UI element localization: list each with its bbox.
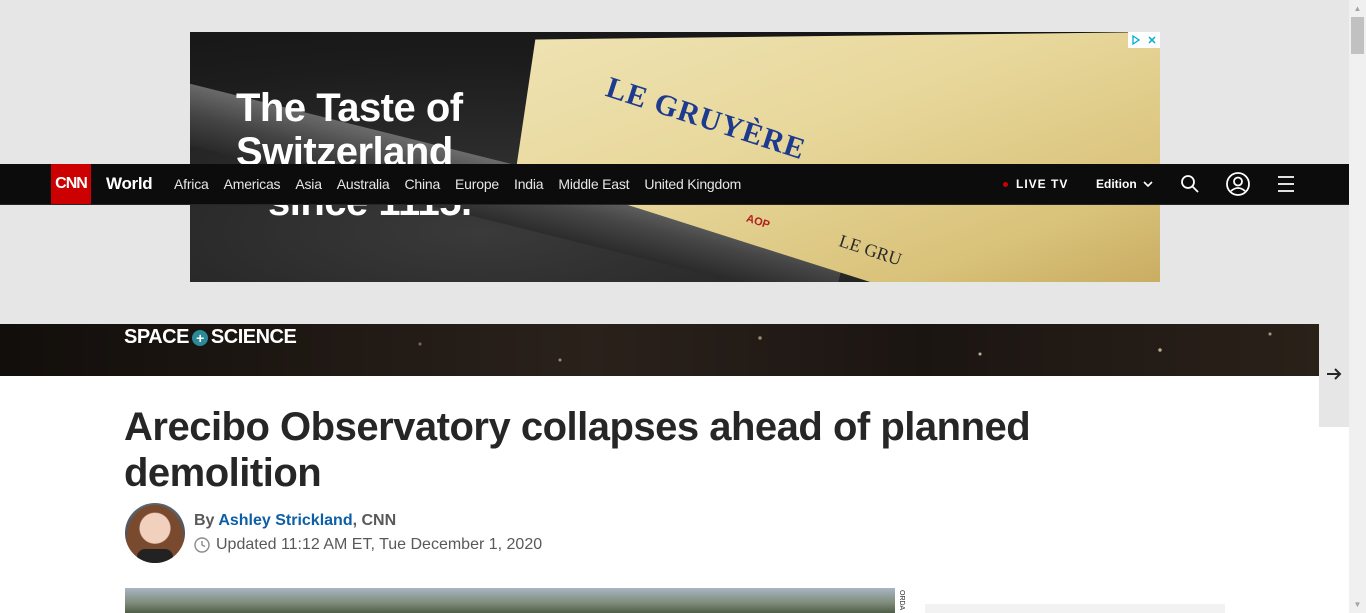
adchoices-icon[interactable] [1128, 32, 1144, 48]
edition-dropdown[interactable]: Edition [1096, 177, 1153, 191]
nav-link-china[interactable]: China [404, 176, 440, 192]
author-avatar[interactable] [125, 503, 185, 563]
hero-image[interactable]: ORDA [125, 588, 905, 613]
live-tv-link[interactable]: LIVE TV [1003, 177, 1068, 191]
search-icon[interactable] [1178, 172, 1202, 196]
sidebar-box [925, 604, 1225, 613]
nav-link-europe[interactable]: Europe [455, 176, 499, 192]
avatar-shirt [137, 549, 173, 563]
nav-link-americas[interactable]: Americas [224, 176, 281, 192]
scroll-down-icon[interactable]: ▼ [1349, 596, 1366, 613]
next-arrow-button[interactable] [1319, 324, 1349, 427]
live-tv-label: LIVE TV [1016, 177, 1069, 191]
nav-link-africa[interactable]: Africa [174, 176, 209, 192]
section-banner[interactable]: SPACE + SCIENCE [0, 324, 1319, 376]
top-nav-bar: CNN World Africa Americas Asia Australia… [0, 164, 1349, 205]
scroll-thumb[interactable] [1351, 17, 1364, 54]
menu-icon[interactable] [1274, 172, 1298, 196]
nav-link-india[interactable]: India [514, 176, 544, 192]
chevron-down-icon [1143, 177, 1153, 191]
nav-link-australia[interactable]: Australia [337, 176, 390, 192]
vertical-scrollbar[interactable]: ▲ ▼ [1349, 0, 1366, 613]
plus-icon: + [191, 329, 208, 346]
space-science-label: SPACE + SCIENCE [124, 326, 297, 349]
cnn-logo[interactable]: CNN [51, 164, 91, 204]
article-headline: Arecibo Observatory collapses ahead of p… [124, 405, 1031, 495]
arrow-right-icon [1326, 365, 1342, 386]
nav-link-middle-east[interactable]: Middle East [558, 176, 629, 192]
article-byline: By Ashley Strickland, CNN [194, 512, 396, 530]
ad-headline-line1: The Taste of [236, 86, 463, 130]
account-icon[interactable] [1226, 172, 1250, 196]
nav-links: Africa Americas Asia Australia China Eur… [174, 176, 756, 192]
article-updated: Updated 11:12 AM ET, Tue December 1, 202… [194, 536, 542, 554]
space-label-left: SPACE [124, 326, 189, 348]
nav-link-united-kingdom[interactable]: United Kingdom [644, 176, 741, 192]
scroll-up-icon[interactable]: ▲ [1349, 0, 1366, 17]
image-credit: ORDA [895, 588, 905, 613]
clock-icon [194, 537, 210, 553]
advertisement-banner[interactable]: LE GRUYÈRE AOP LE GRU The Taste of Switz… [190, 32, 1160, 282]
space-label-right: SCIENCE [210, 326, 297, 348]
author-link[interactable]: Ashley Strickland [218, 512, 352, 529]
updated-timestamp: Updated 11:12 AM ET, Tue December 1, 202… [216, 536, 543, 553]
close-icon[interactable] [1144, 32, 1160, 48]
byline-outlet: , CNN [352, 512, 397, 529]
byline-prefix: By [194, 512, 215, 529]
live-dot-icon [1003, 181, 1008, 187]
section-title[interactable]: World [106, 174, 153, 194]
edition-label: Edition [1096, 177, 1137, 191]
nav-link-asia[interactable]: Asia [295, 176, 322, 192]
ad-choice-controls [1128, 32, 1160, 48]
